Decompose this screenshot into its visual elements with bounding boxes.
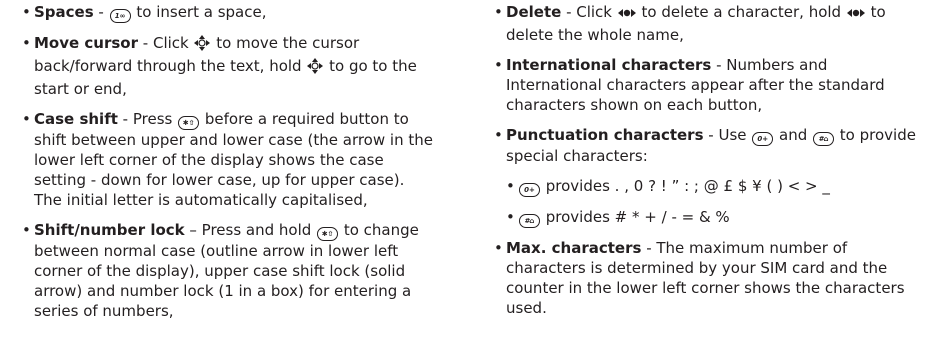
- item-text: to insert a space,: [131, 3, 267, 21]
- list-item-case-shift: Case shift - Press ✱⇧ before a required …: [22, 109, 436, 210]
- star-shift-key-icon: ✱⇧: [317, 227, 339, 241]
- star-shift-key-icon: ✱⇧: [178, 116, 200, 130]
- separator: - Click: [561, 3, 617, 21]
- zero-plus-key-icon: 0+: [752, 132, 774, 146]
- space-key-icon: 1∞: [109, 9, 131, 23]
- term-move-cursor: Move cursor: [34, 34, 139, 52]
- item-text: and: [774, 126, 813, 144]
- term-spaces: Spaces: [34, 3, 94, 21]
- right-column: Delete - Click to delete a character, ho…: [494, 2, 926, 328]
- item-text: to delete a character, hold: [636, 3, 846, 21]
- hash-key-icon: #⌂: [813, 132, 835, 146]
- separator: - Use: [703, 126, 752, 144]
- term-case-shift: Case shift: [34, 110, 118, 128]
- hash-key-icon: #⌂: [519, 214, 540, 228]
- separator: -: [93, 3, 109, 21]
- term-delete: Delete: [506, 3, 562, 21]
- list-item-punctuation: Punctuation characters - Use 0+ and #⌂ t…: [494, 125, 926, 228]
- left-column: Spaces - 1∞ to insert a space, Move curs…: [22, 2, 436, 331]
- list-item-international: International characters - Numbers and I…: [494, 55, 926, 115]
- list-item-hash: #⌂ provides # * + / - = & %: [506, 207, 926, 228]
- delete-key-icon: [846, 5, 865, 25]
- separator: - Press: [117, 110, 178, 128]
- list-item-shift-lock: Shift/number lock – Press and hold ✱⇧ to…: [22, 220, 436, 321]
- term-international: International characters: [506, 56, 712, 74]
- term-max-characters: Max. characters: [506, 239, 642, 257]
- list-item-zero-plus: 0+ provides . , 0 ? ! ” : ; @ £ $ ¥ ( ) …: [506, 176, 926, 197]
- nav-key-icon: [307, 58, 324, 79]
- list-item-max-characters: Max. characters - The maximum number of …: [494, 238, 926, 318]
- delete-key-icon: [617, 5, 636, 25]
- list-item-delete: Delete - Click to delete a character, ho…: [494, 2, 926, 45]
- nav-key-icon: [194, 35, 211, 56]
- zero-plus-key-icon: 0+: [519, 183, 540, 197]
- term-punctuation: Punctuation characters: [506, 126, 704, 144]
- separator: - Click: [138, 34, 194, 52]
- item-text: provides # * + / - = & %: [541, 208, 730, 226]
- separator: – Press and hold: [184, 221, 317, 239]
- list-item-move-cursor: Move cursor - Click to move the cursor b…: [22, 33, 436, 99]
- term-shift-lock: Shift/number lock: [34, 221, 185, 239]
- list-item-spaces: Spaces - 1∞ to insert a space,: [22, 2, 436, 23]
- item-text: provides . , 0 ? ! ” : ; @ £ $ ¥ ( ) < >…: [541, 177, 830, 195]
- punctuation-sublist: 0+ provides . , 0 ? ! ” : ; @ £ $ ¥ ( ) …: [506, 176, 926, 228]
